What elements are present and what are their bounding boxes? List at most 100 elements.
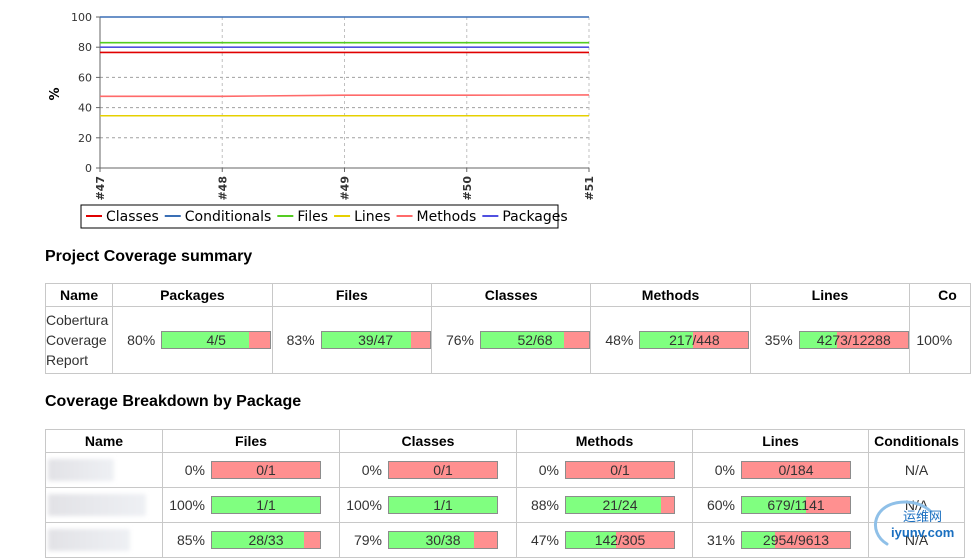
coverage-percent: 100% [916,332,953,348]
legend-label-files: Files [297,209,328,225]
coverage-percent: 0% [538,462,559,478]
lines-cell: 31% 2954/9613 [692,522,869,558]
coverage-bar: 39/47 [320,331,431,349]
breakdown-header-methods: Methods [516,429,693,453]
coverage-percent: 47% [530,532,559,548]
report-name-line: Report [46,352,89,368]
package-name-cell[interactable] [45,487,163,523]
coverage-bar: 52/68 [479,331,590,349]
summary-header-classes: Classes [430,283,592,307]
methods-cell: 88% 21/24 [516,487,693,523]
methods-cell: 0% 0/1 [516,452,693,488]
breakdown-header-lines: Lines [692,429,869,453]
coverage-bar: 217/448 [639,331,750,349]
summary-header-methods: Methods [590,283,751,307]
watermark-en: iyunv.com [891,525,955,540]
x-tick-label: #51 [583,176,596,201]
coverage-ratio: 2954/9613 [762,532,830,548]
coverage-bar: 4273/12288 [798,331,909,349]
coverage-bar: 0/1 [388,461,498,479]
coverage-percent: 60% [706,497,735,513]
summary-header-files: Files [271,283,432,307]
lines-cell: 60% 679/1141 [692,487,869,523]
summary-files-cell: 83% 39/47 [271,306,432,374]
summary-header-row: Name Packages Files Classes Methods Line… [44,283,971,307]
y-tick-label: 0 [85,162,92,175]
breakdown-header-conditionals: Conditionals [868,429,965,453]
coverage-bar: 0/1 [565,461,675,479]
project-summary-title: Project Coverage summary [45,248,253,265]
coverage-percent: 0% [184,462,205,478]
breakdown-header-classes: Classes [339,429,517,453]
y-tick-label: 100 [71,11,92,24]
report-name-line: Coverage [46,332,107,348]
coverage-percent: 85% [176,532,205,548]
coverage-ratio: 21/24 [602,497,638,513]
coverage-bar: 1/1 [211,496,321,514]
coverage-percent: 0% [361,462,382,478]
coverage-percent: 79% [353,532,382,548]
coverage-ratio: 4273/12288 [816,332,891,348]
summary-header-conditionals: Co [909,283,971,307]
breakdown-header-files: Files [162,429,340,453]
summary-header-lines: Lines [749,283,911,307]
coverage-percent: 100% [169,497,205,513]
coverage-ratio: 4/5 [206,332,226,348]
x-axis-ticks: #47 #48 #49 #50 #51 [94,168,596,201]
coverage-ratio: 1/1 [433,497,453,513]
y-tick-label: 40 [78,102,92,115]
legend-label-classes: Classes [106,209,159,225]
coverage-percent: 0% [714,462,735,478]
coverage-bar: 142/305 [565,531,675,549]
legend-label-methods: Methods [417,209,477,225]
coverage-ratio: 30/38 [425,532,461,548]
y-tick-label: 80 [78,41,92,54]
coverage-percent: 83% [286,332,315,348]
coverage-percent: 31% [706,532,735,548]
coverage-bar: 1/1 [388,496,498,514]
coverage-percent: 88% [530,497,559,513]
package-row: 0% 0/1 0% 0/1 0% 0/1 0% 0/184 N/A [45,452,965,488]
redacted-package-name [48,494,146,516]
summary-header-packages: Packages [112,283,273,307]
summary-classes-cell: 76% 52/68 [430,306,592,374]
coverage-ratio: 28/33 [248,532,284,548]
x-tick-label: #49 [339,176,352,201]
coverage-ratio: 52/68 [517,332,553,348]
classes-cell: 100% 1/1 [339,487,517,523]
files-cell: 85% 28/33 [162,522,340,558]
coverage-percent: 48% [605,332,634,348]
summary-name-cell[interactable]: Cobertura Coverage Report [44,306,114,374]
x-tick-label: #48 [216,176,229,201]
coverage-ratio: 0/1 [610,462,630,478]
summary-header-name: Name [44,283,114,307]
files-cell: 100% 1/1 [162,487,340,523]
coverage-bar: 21/24 [565,496,675,514]
coverage-ratio: 0/1 [433,462,453,478]
x-tick-label: #47 [94,176,107,201]
summary-lines-cell: 35% 4273/12288 [749,306,911,374]
classes-cell: 79% 30/38 [339,522,517,558]
coverage-bar: 679/1141 [741,496,851,514]
site-watermark-logo: 运维网 iyunv.com [865,496,971,548]
y-tick-label: 60 [78,71,92,84]
coverage-ratio: 217/448 [669,332,720,348]
y-axis-ticks: 0 20 40 60 80 100 [71,11,100,175]
report-name-line: Cobertura [46,312,109,328]
breakdown-header-row: Name Files Classes Methods Lines Conditi… [45,429,965,453]
coverage-trend-chart: 0 20 40 60 80 100 #47 #48 #49 #50 #51 % Classes Co… [48,11,596,229]
watermark-cn: 运维网 [903,509,943,524]
x-tick-label: #50 [461,176,474,201]
package-row: 100% 1/1 100% 1/1 88% 21/24 60% 679/1141 N/A [45,487,965,523]
coverage-ratio: 39/47 [358,332,394,348]
lines-cell: 0% 0/184 [692,452,869,488]
coverage-bar: 28/33 [211,531,321,549]
coverage-bar: 30/38 [388,531,498,549]
coverage-percent: 100% [346,497,382,513]
package-row: 85% 28/33 79% 30/38 47% 142/305 31% 2954/9613 N/… [45,522,965,558]
coverage-ratio: 0/184 [778,462,814,478]
package-name-cell[interactable] [45,452,163,488]
coverage-bar: 4/5 [161,331,272,349]
package-name-cell[interactable] [45,522,163,558]
coverage-ratio: 0/1 [256,462,276,478]
